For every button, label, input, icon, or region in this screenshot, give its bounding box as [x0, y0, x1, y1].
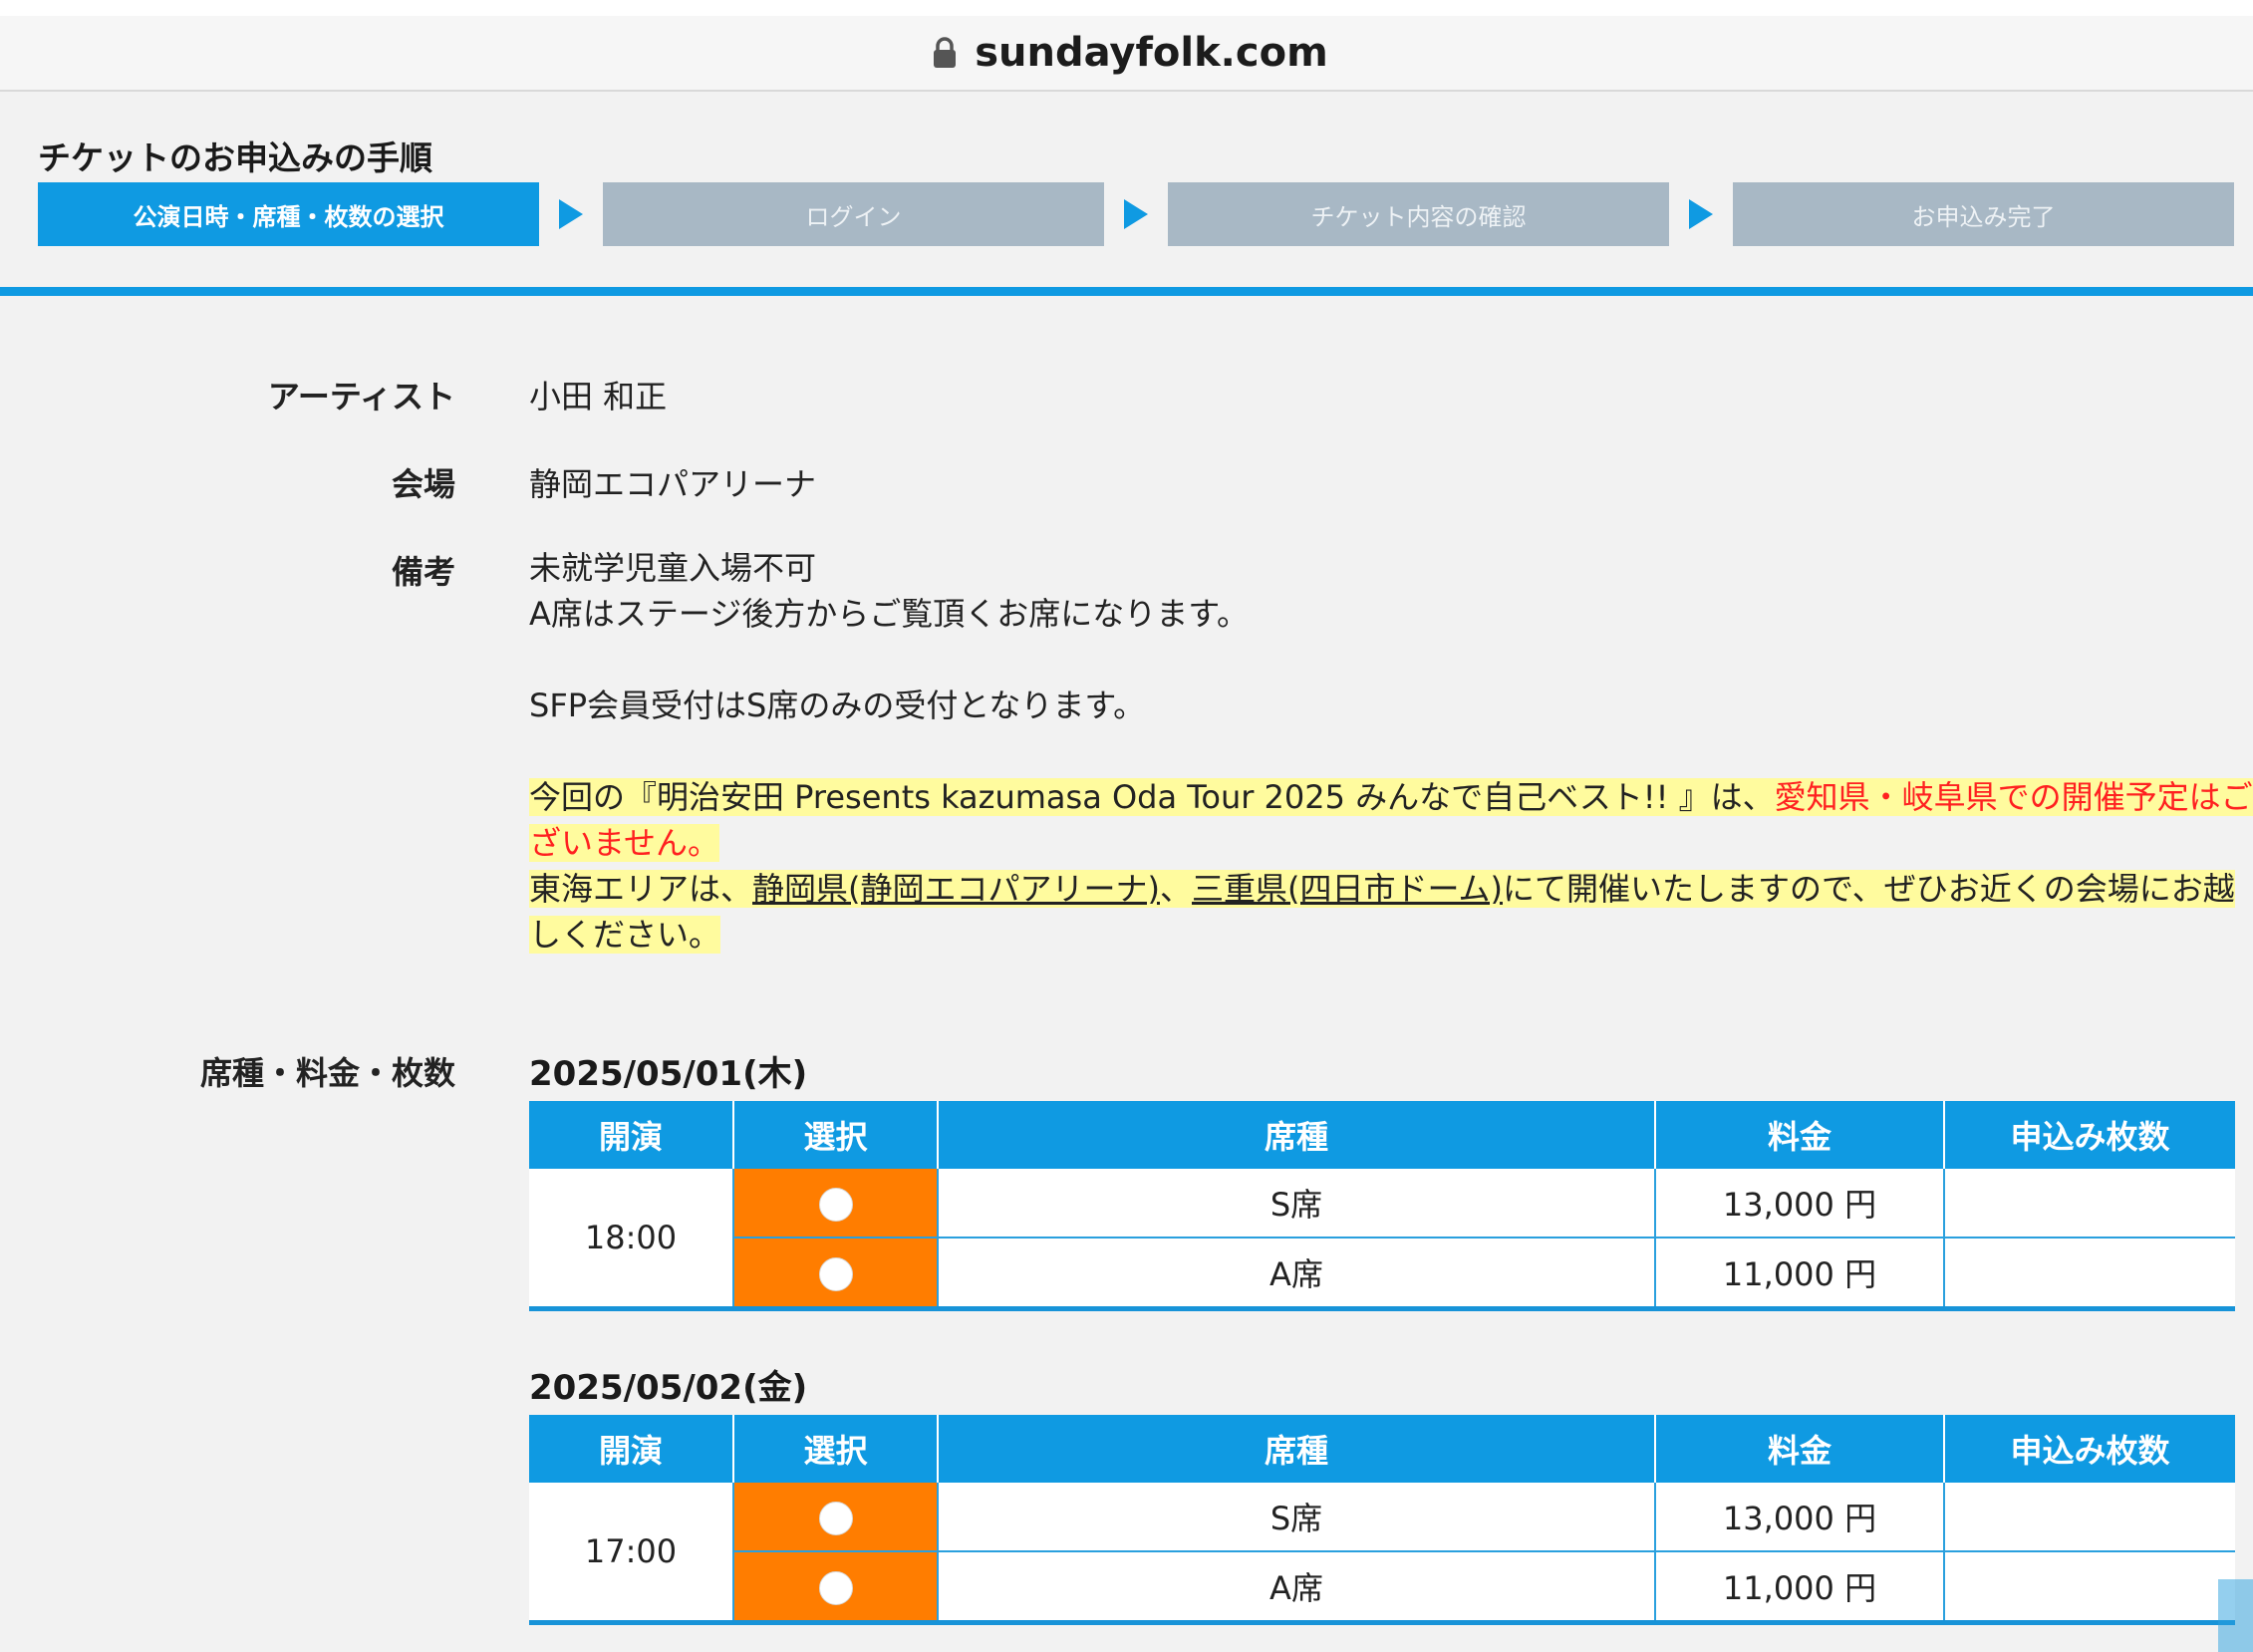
seat-price: 13,000 円 [1655, 1169, 1945, 1239]
notice-text: しください。 [529, 916, 721, 954]
notice-text: にて開催いたしますので、ぜひお近くの会場にお越 [1503, 870, 2235, 908]
notes-label: 備考 [391, 553, 455, 591]
start-time: 17:00 [529, 1483, 734, 1625]
browser-top-strip [0, 0, 2253, 16]
notice-line-4: しください。 [529, 912, 2253, 958]
performance-date: 2025/05/01(木) [529, 1054, 808, 1094]
seat-table: 開演 選択 席種 料金 申込み枚数 18:00 S席 13,000 円 A席 1… [529, 1101, 2235, 1311]
notice-line-3: 東海エリアは、静岡県(静岡エコパアリーナ)、三重県(四日市ドーム)にて開催いたし… [529, 866, 2253, 912]
column-header-seat: 席種 [938, 1415, 1656, 1483]
notice-line-1: 今回の『明治安田 Presents kazumasa Oda Tour 2025… [529, 774, 2253, 820]
artist-value: 小田 和正 [529, 378, 668, 415]
notice-text: 、 [1160, 870, 1193, 908]
notice-warning: ざいません。 [529, 824, 720, 862]
step-complete: お申込み完了 [1733, 182, 2234, 246]
url-text: sundayfolk.com [975, 30, 1328, 76]
step-login: ログイン [603, 182, 1104, 246]
seat-type: S席 [938, 1169, 1656, 1239]
note-line: 未就学児童入場不可 [529, 549, 817, 587]
column-header-price: 料金 [1655, 1101, 1945, 1169]
column-header-price: 料金 [1655, 1415, 1945, 1483]
note-line: A席はステージ後方からご覧頂くお席になります。 [529, 595, 1250, 633]
artist-label: アーティスト [267, 378, 455, 415]
notice-text: 今回の『明治安田 Presents kazumasa Oda Tour 2025… [529, 778, 1775, 816]
seat-table: 開演 選択 席種 料金 申込み枚数 17:00 S席 13,000 円 A席 1… [529, 1415, 2235, 1625]
header-divider [0, 287, 2253, 296]
step-confirm: チケット内容の確認 [1168, 182, 1669, 246]
seating-label: 席種・料金・枚数 [199, 1054, 455, 1092]
steps-title: チケットのお申込みの手順 [38, 138, 432, 177]
seat-price: 11,000 円 [1655, 1551, 1945, 1625]
quantity-cell [1944, 1169, 2235, 1239]
seat-radio[interactable] [818, 1257, 853, 1291]
column-header-select: 選択 [733, 1101, 939, 1169]
seat-price: 11,000 円 [1655, 1238, 1945, 1311]
address-bar[interactable]: sundayfolk.com [0, 16, 2253, 92]
select-cell[interactable] [733, 1238, 939, 1311]
scrollbar-thumb[interactable] [2218, 1579, 2253, 1652]
column-header-seat: 席種 [938, 1101, 1656, 1169]
venue-label: 会場 [391, 465, 455, 503]
column-header-select: 選択 [733, 1415, 939, 1483]
column-header-start: 開演 [529, 1101, 734, 1169]
performance-date: 2025/05/02(金) [529, 1368, 808, 1408]
link-shizuoka-venue[interactable]: 静岡県(静岡エコパアリーナ) [752, 870, 1160, 908]
column-header-quantity: 申込み枚数 [1944, 1101, 2235, 1169]
quantity-cell [1944, 1238, 2235, 1311]
seat-price: 13,000 円 [1655, 1483, 1945, 1552]
table-row: 17:00 S席 13,000 円 [529, 1483, 2235, 1625]
seat-type: A席 [938, 1551, 1656, 1625]
quantity-cell [1944, 1483, 2235, 1552]
step-arrow-icon [1669, 182, 1733, 246]
column-header-quantity: 申込み枚数 [1944, 1415, 2235, 1483]
note-spacer [529, 637, 2253, 683]
quantity-cell [1944, 1551, 2235, 1625]
notice-line-2: ざいません。 [529, 820, 2253, 866]
venue-value: 静岡エコパアリーナ [529, 465, 817, 503]
step-select-performance: 公演日時・席種・枚数の選択 [38, 182, 539, 246]
select-cell[interactable] [733, 1483, 939, 1552]
select-cell[interactable] [733, 1169, 939, 1239]
notice-text: 東海エリアは、 [529, 870, 753, 908]
step-arrow-icon [1104, 182, 1168, 246]
start-time: 18:00 [529, 1169, 734, 1311]
link-mie-venue[interactable]: 三重県(四日市ドーム) [1192, 870, 1504, 908]
seat-radio[interactable] [818, 1502, 853, 1535]
table-row: A席 11,000 円 [529, 1551, 2235, 1625]
seat-type: S席 [938, 1483, 1656, 1552]
table-row: 18:00 S席 13,000 円 [529, 1169, 2235, 1311]
step-indicator: 公演日時・席種・枚数の選択 ログイン チケット内容の確認 お申込み完了 [38, 182, 2234, 246]
lock-icon [934, 37, 957, 68]
notes-block: 未就学児童入場不可 A席はステージ後方からご覧頂くお席になります。 SFP会員受… [529, 545, 2253, 958]
notice-warning: 愛知県・岐阜県での開催予定はご [1774, 778, 2253, 816]
note-spacer [529, 728, 2253, 774]
seat-radio[interactable] [818, 1188, 853, 1222]
seat-radio[interactable] [818, 1571, 853, 1605]
step-arrow-icon [539, 182, 603, 246]
note-line: SFP会員受付はS席のみの受付となります。 [529, 687, 1146, 724]
column-header-start: 開演 [529, 1415, 734, 1483]
select-cell[interactable] [733, 1551, 939, 1625]
table-row: A席 11,000 円 [529, 1238, 2235, 1311]
seat-type: A席 [938, 1238, 1656, 1311]
